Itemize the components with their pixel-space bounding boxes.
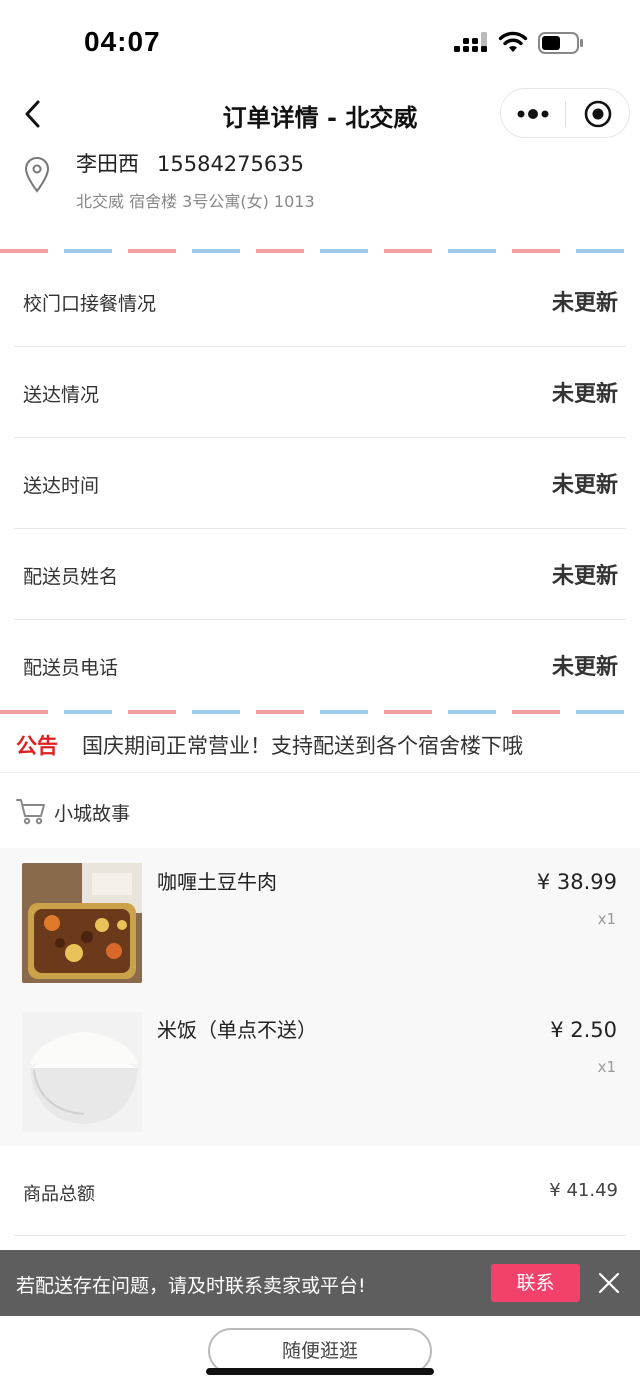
info-label: 送达情况 [23, 384, 100, 406]
announcement-tag: 公告 [16, 734, 58, 758]
item-photo-rice [22, 1012, 142, 1132]
order-item[interactable]: 咖喱土豆牛肉 ¥ 38.99 x1 [0, 848, 640, 998]
info-value: 未更新 [551, 655, 618, 680]
info-label: 配送员电话 [23, 657, 119, 679]
airmail-divider [0, 710, 640, 714]
info-label: 校门口接餐情况 [23, 293, 157, 315]
home-indicator [206, 1368, 434, 1375]
wifi-icon [498, 31, 528, 52]
info-row-courier-phone: 配送员电话 未更新 [14, 620, 626, 711]
toast-message: 若配送存在问题，请及时联系卖家或平台! [16, 1275, 366, 1297]
item-price: ¥ 2.50 [550, 1018, 617, 1042]
shopping-cart-icon [16, 799, 45, 825]
order-item[interactable]: 米饭（单点不送） ¥ 2.50 x1 [0, 998, 640, 1148]
announcement-bar: 公告 国庆期间正常营业！支持配送到各个宿舍楼下哦 [0, 716, 640, 773]
item-name: 咖喱土豆牛肉 [157, 870, 277, 894]
info-label: 送达时间 [23, 475, 100, 497]
price-summary: 商品总额 ¥ 41.49 [0, 1146, 640, 1236]
nav-bar: 订单详情 - 北交威 [0, 88, 640, 140]
item-quantity: x1 [597, 910, 616, 928]
order-items: 咖喱土豆牛肉 ¥ 38.99 x1 米饭（单点不送） ¥ 2.50 x1 [0, 848, 640, 1146]
cellular-signal-icon [454, 32, 487, 52]
status-time: 04:07 [84, 26, 161, 57]
more-dots-icon[interactable] [515, 101, 551, 127]
battery-icon [538, 32, 583, 54]
summary-row-goods-total: 商品总额 ¥ 41.49 [14, 1146, 626, 1236]
recipient-name: 李田西 [76, 152, 139, 176]
item-quantity: x1 [597, 1058, 616, 1076]
summary-label: 商品总额 [23, 1184, 95, 1205]
item-photo-curry-beef [22, 863, 142, 983]
shop-header[interactable]: 小城故事 [0, 773, 640, 848]
bottom-bar: 随便逛逛 [0, 1316, 640, 1388]
status-bar: 04:07 [0, 0, 640, 88]
contact-toast: 若配送存在问题，请及时联系卖家或平台! 联系 [0, 1250, 640, 1316]
back-arrow-icon[interactable] [20, 96, 48, 132]
contact-button[interactable]: 联系 [491, 1264, 580, 1302]
shop-name: 小城故事 [54, 803, 131, 825]
info-row-delivery-status: 送达情况 未更新 [14, 347, 626, 438]
info-row-delivery-time: 送达时间 未更新 [14, 438, 626, 529]
airmail-divider [0, 249, 640, 253]
summary-value: ¥ 41.49 [549, 1180, 618, 1201]
info-value: 未更新 [551, 473, 618, 498]
location-pin-icon [24, 156, 50, 193]
address-detail: 北交威 宿舍楼 3号公寓(女) 1013 [76, 192, 315, 211]
delivery-info-list: 校门口接餐情况 未更新 送达情况 未更新 送达时间 未更新 配送员姓名 未更新 … [0, 256, 640, 711]
recipient: 李田西 15584275635 [76, 148, 304, 178]
delivery-address[interactable]: 李田西 15584275635 北交威 宿舍楼 3号公寓(女) 1013 [0, 140, 640, 248]
info-label: 配送员姓名 [23, 566, 119, 588]
info-value: 未更新 [551, 382, 618, 407]
page-title: 订单详情 - 北交威 [222, 104, 418, 132]
recipient-phone: 15584275635 [157, 152, 304, 176]
close-miniprogram-icon[interactable] [583, 99, 613, 129]
capsule-divider [565, 101, 566, 127]
item-name: 米饭（单点不送） [157, 1018, 317, 1042]
info-value: 未更新 [551, 564, 618, 589]
close-icon[interactable] [598, 1272, 620, 1294]
info-row-pickup: 校门口接餐情况 未更新 [14, 256, 626, 347]
info-row-courier-name: 配送员姓名 未更新 [14, 529, 626, 620]
miniprogram-capsule [500, 88, 630, 138]
info-value: 未更新 [551, 291, 618, 316]
announcement-text: 国庆期间正常营业！支持配送到各个宿舍楼下哦 [82, 734, 523, 758]
item-price: ¥ 38.99 [536, 870, 617, 894]
